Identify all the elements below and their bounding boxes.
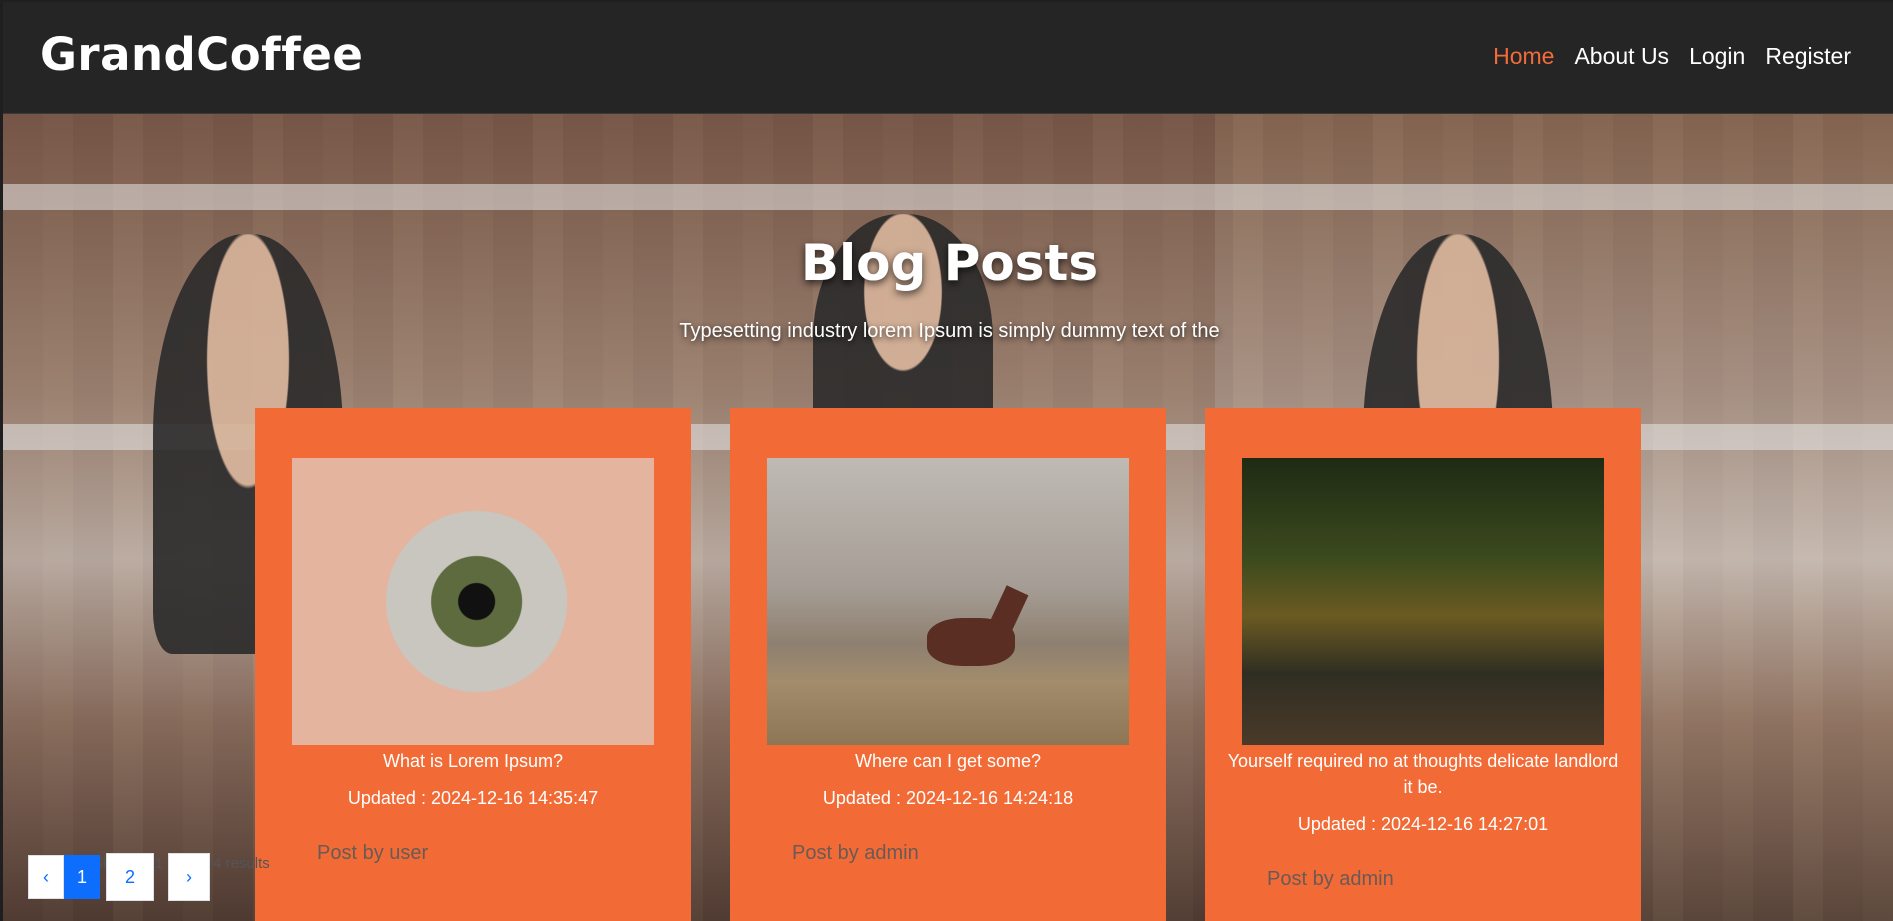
post-author: Post by user [317,842,428,865]
post-updated: Updated : 2024-12-16 14:35:47 [347,788,599,808]
page-subtitle: Typesetting industry lorem Ipsum is simp… [679,320,1220,342]
post-title[interactable]: What is Lorem Ipsum? [275,748,671,774]
horse-image[interactable] [767,458,1129,745]
pagination-next[interactable]: › [168,853,210,901]
author-link[interactable]: admin [864,842,918,864]
pagination: ‹ 1 2 › [28,853,210,901]
eye-closeup-image[interactable] [292,458,654,745]
author-link[interactable]: user [389,842,428,864]
pagination-page-1[interactable]: 1 [64,855,100,899]
pagination-prev[interactable]: ‹ [28,855,64,899]
nav-about-us[interactable]: About Us [1574,43,1669,70]
post-author: Post by admin [792,842,919,865]
post-by-label: Post by [1267,868,1334,890]
brand-logo[interactable]: GrandCoffee [40,28,363,81]
forest-path-image[interactable] [1242,458,1604,745]
page: GrandCoffee Home About Us Login Register… [3,2,1893,921]
author-link[interactable]: admin [1339,868,1393,890]
navbar: GrandCoffee Home About Us Login Register [3,2,1893,114]
blog-card[interactable]: What is Lorem Ipsum? Updated : 2024-12-1… [255,408,691,921]
post-by-label: Post by [792,842,859,864]
nav-login[interactable]: Login [1689,43,1745,70]
pagination-page-2[interactable]: 2 [106,853,154,901]
blog-card[interactable]: Yourself required no at thoughts delicat… [1205,408,1641,921]
nav-home[interactable]: Home [1493,43,1554,70]
post-author: Post by admin [1267,868,1394,891]
nav-register[interactable]: Register [1765,43,1851,70]
post-title[interactable]: Where can I get some? [750,748,1146,774]
shelf-decor [3,184,1893,210]
post-updated: Updated : 2024-12-16 14:27:01 [1297,814,1549,834]
post-title[interactable]: Yourself required no at thoughts delicat… [1225,748,1621,800]
blog-card[interactable]: Where can I get some? Updated : 2024-12-… [730,408,1166,921]
nav-menu: Home About Us Login Register [1493,43,1851,70]
post-by-label: Post by [317,842,384,864]
post-updated: Updated : 2024-12-16 14:24:18 [822,788,1074,808]
page-title: Blog Posts [800,234,1099,292]
